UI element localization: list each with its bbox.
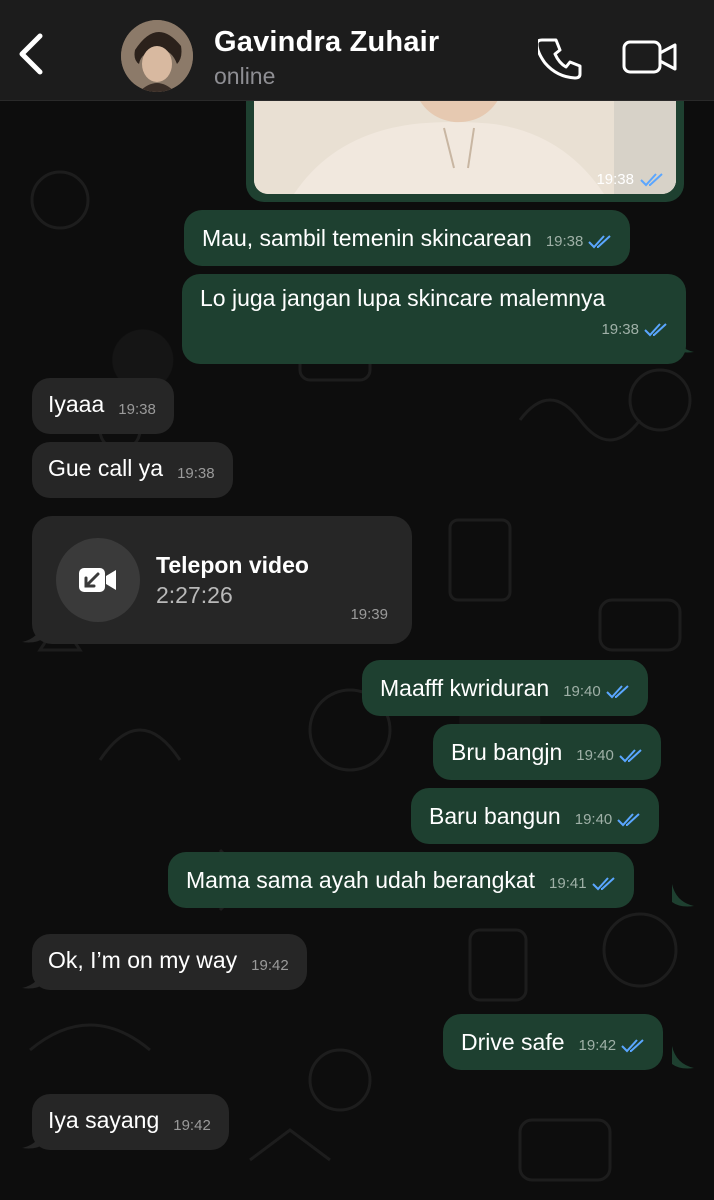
- message-text: Mau, sambil temenin skincarean: [202, 225, 532, 251]
- bubble-tail: [672, 884, 694, 907]
- message-time: 19:38: [596, 171, 634, 188]
- message-meta: 19:40: [563, 678, 632, 706]
- message-time: 19:40: [574, 811, 613, 828]
- message-time: 19:42: [578, 1037, 617, 1054]
- outgoing-message[interactable]: Mau, sambil temenin skincarean 19:38: [184, 210, 631, 266]
- message-text: Lo juga jangan lupa skincare malemnya: [200, 285, 606, 311]
- message-meta: 19:38: [601, 316, 670, 344]
- image-message-time: 19:38: [596, 171, 666, 188]
- incoming-message[interactable]: Gue call ya 19:38: [32, 442, 233, 498]
- message-time: 19:38: [601, 321, 639, 338]
- message-text: Baru bangun: [429, 803, 561, 829]
- message-text: Iyaaa: [48, 391, 105, 417]
- phone-icon: [535, 38, 582, 80]
- call-title: Telepon video: [156, 552, 309, 578]
- message-text: Maafff kwriduran: [380, 675, 550, 701]
- double-check-icon: [640, 172, 663, 186]
- outgoing-message[interactable]: Mama sama ayah udah berangkat 19:41: [168, 852, 634, 908]
- double-check-icon: [591, 877, 615, 891]
- message-meta: 19:40: [575, 806, 644, 834]
- bubble-tail: [672, 330, 694, 353]
- message-time: 19:38: [545, 233, 584, 250]
- double-check-icon: [606, 685, 629, 699]
- outgoing-message[interactable]: Lo juga jangan lupa skincare malemnya 19…: [182, 274, 686, 364]
- call-duration: 2:27:26: [156, 582, 233, 608]
- message-time: 19:40: [576, 747, 614, 764]
- message-meta: 19:40: [576, 742, 645, 770]
- back-button[interactable]: [14, 30, 48, 78]
- message-time: 19:42: [173, 1117, 211, 1134]
- outgoing-message[interactable]: Drive safe 19:42: [443, 1014, 664, 1070]
- outgoing-message[interactable]: Baru bangun 19:40: [411, 788, 660, 844]
- incoming-message[interactable]: Ok, I’m on my way 19:42: [32, 934, 307, 990]
- video-camera-icon: [622, 40, 677, 74]
- outgoing-message[interactable]: Bru bangjn 19:40: [433, 724, 661, 780]
- image-message[interactable]: 19:38: [246, 88, 684, 202]
- contact-name[interactable]: Gavindra Zuhair: [214, 26, 439, 59]
- double-check-icon: [619, 749, 642, 763]
- avatar[interactable]: [121, 20, 193, 92]
- message-time: 19:38: [177, 465, 215, 482]
- message-meta: 19:41: [549, 870, 618, 898]
- double-check-icon: [617, 813, 640, 827]
- message-text: Iya sayang: [48, 1107, 160, 1133]
- chat-header: Gavindra Zuhair online: [0, 0, 714, 101]
- incoming-message[interactable]: Iyaaa 19:38: [32, 378, 174, 434]
- call-icon-circle: [56, 538, 140, 622]
- bubble-tail: [22, 1126, 44, 1149]
- incoming-message[interactable]: Iya sayang 19:42: [32, 1094, 229, 1150]
- back-chevron-icon: [19, 33, 43, 75]
- double-check-icon: [644, 323, 667, 337]
- video-call-message[interactable]: Telepon video 2:27:26 19:39: [32, 516, 412, 644]
- message-meta: 19:42: [579, 1032, 648, 1060]
- message-text: Bru bangjn: [451, 739, 563, 765]
- message-text: Gue call ya: [48, 455, 164, 481]
- voice-call-button[interactable]: [535, 36, 582, 85]
- message-text: Mama sama ayah udah berangkat: [186, 867, 536, 893]
- bubble-tail: [22, 620, 44, 643]
- outgoing-message[interactable]: Maafff kwriduran 19:40: [362, 660, 648, 716]
- video-call-button[interactable]: [622, 38, 678, 83]
- contact-status: online: [214, 63, 276, 89]
- video-call-missed-arrow-icon: [79, 568, 116, 592]
- message-meta: 19:38: [546, 228, 615, 256]
- message-time: 19:42: [251, 957, 289, 974]
- message-time: 19:39: [350, 606, 388, 623]
- double-check-icon: [588, 235, 612, 249]
- message-text: Ok, I’m on my way: [48, 947, 238, 973]
- bubble-tail: [672, 1046, 694, 1069]
- message-time: 19:41: [549, 875, 587, 892]
- message-time: 19:38: [118, 401, 156, 418]
- message-text: Drive safe: [461, 1029, 565, 1055]
- message-time: 19:40: [563, 683, 601, 700]
- bubble-tail: [22, 966, 44, 989]
- double-check-icon: [621, 1039, 644, 1053]
